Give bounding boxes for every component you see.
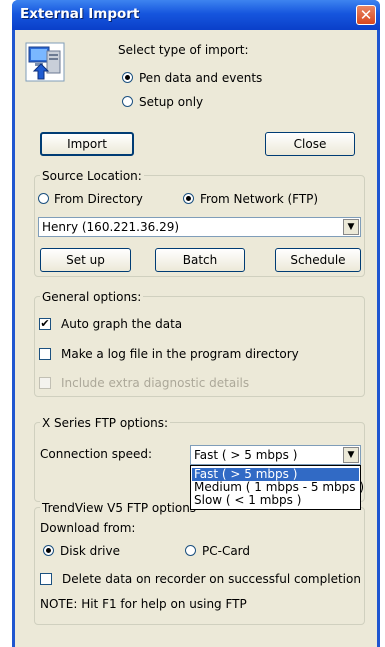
radio-disk-drive-label[interactable]: Disk drive — [60, 543, 120, 559]
dialog-window: External Import ✕ Select type of import:… — [12, 0, 380, 647]
schedule-button[interactable]: Schedule — [275, 248, 361, 272]
radio-pc-card-label[interactable]: PC-Card — [202, 543, 250, 559]
connection-speed-label: Connection speed: — [40, 447, 153, 461]
chevron-down-icon[interactable]: ▼ — [343, 447, 359, 463]
import-button[interactable]: Import — [40, 132, 134, 156]
delete-data-label[interactable]: Delete data on recorder on successful co… — [62, 571, 361, 587]
connection-speed-select[interactable]: Fast ( > 5 mbps ) ▼ — [190, 445, 361, 465]
log-file-checkbox[interactable] — [39, 348, 51, 360]
source-location-label: Source Location: — [40, 169, 144, 183]
radio-disk-drive[interactable] — [43, 545, 54, 556]
batch-button[interactable]: Batch — [155, 248, 245, 272]
connection-speed-dropdown: Fast ( > 5 mbps ) Medium ( 1 mbps - 5 mb… — [190, 465, 364, 510]
server-select-value: Henry (160.221.36.29) — [42, 220, 180, 234]
ftp-help-note: NOTE: Hit F1 for help on using FTP — [40, 597, 247, 611]
radio-from-network[interactable] — [183, 193, 194, 204]
extra-diagnostic-label: Include extra diagnostic details — [61, 376, 250, 390]
radio-from-directory-label[interactable]: From Directory — [54, 191, 143, 207]
log-file-label[interactable]: Make a log file in the program directory — [61, 346, 299, 362]
radio-pc-card[interactable] — [185, 545, 196, 556]
import-type-prompt: Select type of import: — [118, 43, 249, 57]
radio-setup-only-label[interactable]: Setup only — [139, 94, 203, 110]
chevron-down-icon[interactable]: ▼ — [343, 219, 359, 235]
general-options-label: General options: — [40, 290, 144, 304]
radio-setup-only[interactable] — [122, 96, 133, 107]
radio-from-network-label[interactable]: From Network (FTP) — [200, 191, 318, 207]
title-bar[interactable]: External Import ✕ — [12, 0, 380, 30]
extra-diagnostic-checkbox — [39, 377, 51, 389]
speed-option-slow[interactable]: Slow ( < 1 mbps ) — [192, 494, 359, 507]
setup-button[interactable]: Set up — [40, 248, 131, 272]
download-from-label: Download from: — [40, 521, 136, 535]
delete-data-checkbox[interactable] — [40, 573, 52, 585]
computer-import-icon — [25, 42, 65, 82]
window-close-button[interactable]: ✕ — [356, 5, 376, 25]
radio-pen-data-label[interactable]: Pen data and events — [139, 70, 262, 86]
server-select[interactable]: Henry (160.221.36.29) ▼ — [38, 217, 361, 237]
close-button[interactable]: Close — [265, 132, 355, 156]
radio-from-directory[interactable] — [38, 193, 49, 204]
connection-speed-value: Fast ( > 5 mbps ) — [194, 448, 298, 462]
window-title: External Import — [20, 6, 140, 22]
trendview-label: TrendView V5 FTP options — [40, 501, 199, 515]
auto-graph-checkbox[interactable]: ✔ — [39, 318, 51, 330]
auto-graph-label[interactable]: Auto graph the data — [61, 316, 182, 332]
dialog-client: Select type of import: Pen data and even… — [15, 30, 377, 647]
radio-pen-data[interactable] — [122, 72, 133, 83]
x-series-label: X Series FTP options: — [40, 416, 171, 430]
